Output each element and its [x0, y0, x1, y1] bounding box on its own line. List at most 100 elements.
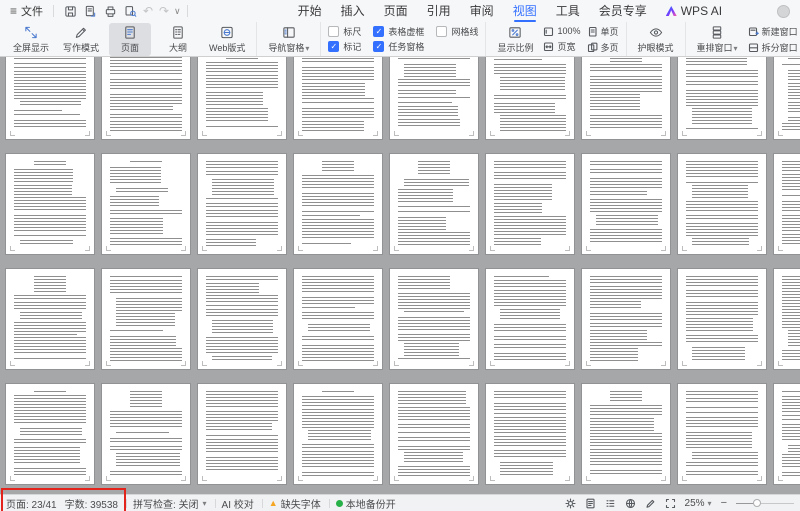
page-thumbnail[interactable] [581, 57, 671, 140]
page-thumbnail[interactable] [101, 268, 191, 370]
crop-mark [202, 476, 207, 481]
zoom-ratio-label: 显示比例 [497, 41, 533, 54]
crop-mark [373, 476, 378, 481]
print-preview-button[interactable] [120, 2, 140, 20]
zoom-slider[interactable] [736, 499, 794, 507]
page-text-lines [206, 391, 278, 476]
tab-insert[interactable]: 插入 [341, 0, 365, 22]
page-thumbnail[interactable] [101, 383, 191, 485]
account-status-icon[interactable] [777, 5, 790, 18]
page-thumbnail[interactable] [389, 153, 479, 255]
status-page-view-button[interactable] [585, 498, 596, 509]
page-thumbnail[interactable] [581, 153, 671, 255]
marks-checkbox[interactable]: 标记 [328, 40, 361, 53]
file-menu-button[interactable]: ≡ 文件 [6, 3, 47, 19]
table-gridlines-checkbox[interactable]: 表格虚框 [373, 25, 424, 38]
document-canvas[interactable] [0, 57, 800, 494]
page-thumbnail[interactable] [389, 57, 479, 140]
single-page-button[interactable]: 单页 [587, 25, 619, 38]
multi-page-button[interactable]: 多页 [587, 41, 619, 54]
tab-page[interactable]: 页面 [384, 0, 408, 22]
page-thumbnail[interactable] [773, 268, 800, 370]
page-thumbnail[interactable] [485, 153, 575, 255]
page-thumbnail[interactable] [197, 153, 287, 255]
nav-pane-group: 导航窗格 [256, 22, 320, 56]
toolbar-more-button[interactable]: ∨ [174, 6, 181, 17]
local-backup-status[interactable]: 本地备份开 [336, 496, 396, 511]
fullscreen-button[interactable]: 全屏显示 [9, 23, 53, 56]
page-thumbnail[interactable] [5, 268, 95, 370]
page-thumbnail[interactable] [677, 383, 767, 485]
page-thumbnail[interactable] [389, 383, 479, 485]
table-gridlines-label: 表格虚框 [388, 25, 424, 38]
status-fullscreen-button[interactable] [665, 498, 676, 509]
navigation-pane-button[interactable]: 导航窗格 [264, 23, 313, 56]
page-thumbnail[interactable] [197, 383, 287, 485]
slider-handle[interactable] [753, 499, 761, 507]
page-thumbnail[interactable] [773, 153, 800, 255]
page-thumbnail[interactable] [5, 153, 95, 255]
pencil-icon [73, 25, 89, 40]
tab-membership[interactable]: 会员专享 [599, 0, 647, 22]
status-settings-button[interactable] [565, 498, 576, 509]
export-pdf-button[interactable] [80, 2, 100, 20]
page-thumbnail[interactable] [485, 268, 575, 370]
page-thumbnail[interactable] [677, 153, 767, 255]
tab-wps-ai[interactable]: WPS AI [666, 0, 722, 22]
spellcheck-status[interactable]: 拼写检查: 关闭 [133, 496, 207, 511]
page-thumbnail[interactable] [5, 57, 95, 140]
zoom-out-button[interactable]: − [721, 497, 727, 509]
crop-mark [373, 246, 378, 251]
split-window-button[interactable]: 拆分窗口 [748, 41, 800, 54]
page-thumbnail[interactable] [581, 383, 671, 485]
page-thumbnail[interactable] [197, 57, 287, 140]
zoom-level-dropdown[interactable]: 25% [685, 498, 712, 509]
page-thumbnail[interactable] [5, 383, 95, 485]
eye-protection-button[interactable]: 护眼模式 [634, 23, 678, 56]
page-thumbnail[interactable] [773, 383, 800, 485]
tab-references[interactable]: 引用 [427, 0, 451, 22]
status-writing-mode-button[interactable] [645, 498, 656, 509]
page-thumbnail[interactable] [389, 268, 479, 370]
page-thumbnail[interactable] [293, 268, 383, 370]
page-thumbnail[interactable] [773, 57, 800, 140]
ruler-checkbox[interactable]: 标尺 [328, 25, 361, 38]
web-layout-button[interactable]: Web版式 [205, 23, 249, 56]
page-text-lines [14, 391, 86, 476]
page-mode-button[interactable]: 页面 [109, 23, 151, 56]
status-web-view-button[interactable] [625, 498, 636, 509]
page-view-icon [122, 25, 138, 40]
tab-view[interactable]: 视图 [513, 0, 537, 22]
outline-view-button[interactable]: 大纲 [157, 23, 199, 56]
writing-mode-button[interactable]: 写作模式 [59, 23, 103, 56]
new-window-button[interactable]: 新建窗口 [748, 25, 800, 38]
task-pane-checkbox[interactable]: 任务窗格 [373, 40, 424, 53]
page-thumbnail[interactable] [293, 153, 383, 255]
rearrange-windows-button[interactable]: 重排窗口 [693, 23, 742, 56]
page-thumbnail[interactable] [293, 383, 383, 485]
redo-icon: ↷ [159, 4, 169, 18]
page-thumbnail[interactable] [677, 57, 767, 140]
status-outline-view-button[interactable] [605, 498, 616, 509]
page-thumbnail[interactable] [101, 57, 191, 140]
page-thumbnail[interactable] [101, 153, 191, 255]
redo-button[interactable]: ↷ [156, 4, 172, 18]
page-thumbnail[interactable] [293, 57, 383, 140]
page-thumbnail[interactable] [485, 383, 575, 485]
page-thumbnail[interactable] [581, 268, 671, 370]
zoom-100-button[interactable]: 100% [543, 26, 580, 37]
save-button[interactable] [60, 2, 80, 20]
page-width-button[interactable]: 页宽 [543, 40, 580, 53]
page-thumbnail[interactable] [677, 268, 767, 370]
zoom-ratio-button[interactable]: 显示比例 [493, 23, 537, 56]
gridlines-checkbox[interactable]: 网格线 [436, 25, 478, 38]
missing-font-warning[interactable]: ▲缺失字体 [269, 496, 321, 511]
page-thumbnail[interactable] [197, 268, 287, 370]
tab-tools[interactable]: 工具 [556, 0, 580, 22]
undo-button[interactable]: ↶ [140, 4, 156, 18]
tab-review[interactable]: 审阅 [470, 0, 494, 22]
tab-home[interactable]: 开始 [298, 0, 322, 22]
print-button[interactable] [100, 2, 120, 20]
page-thumbnail[interactable] [485, 57, 575, 140]
ai-proofread-button[interactable]: AI 校对 [222, 496, 254, 511]
